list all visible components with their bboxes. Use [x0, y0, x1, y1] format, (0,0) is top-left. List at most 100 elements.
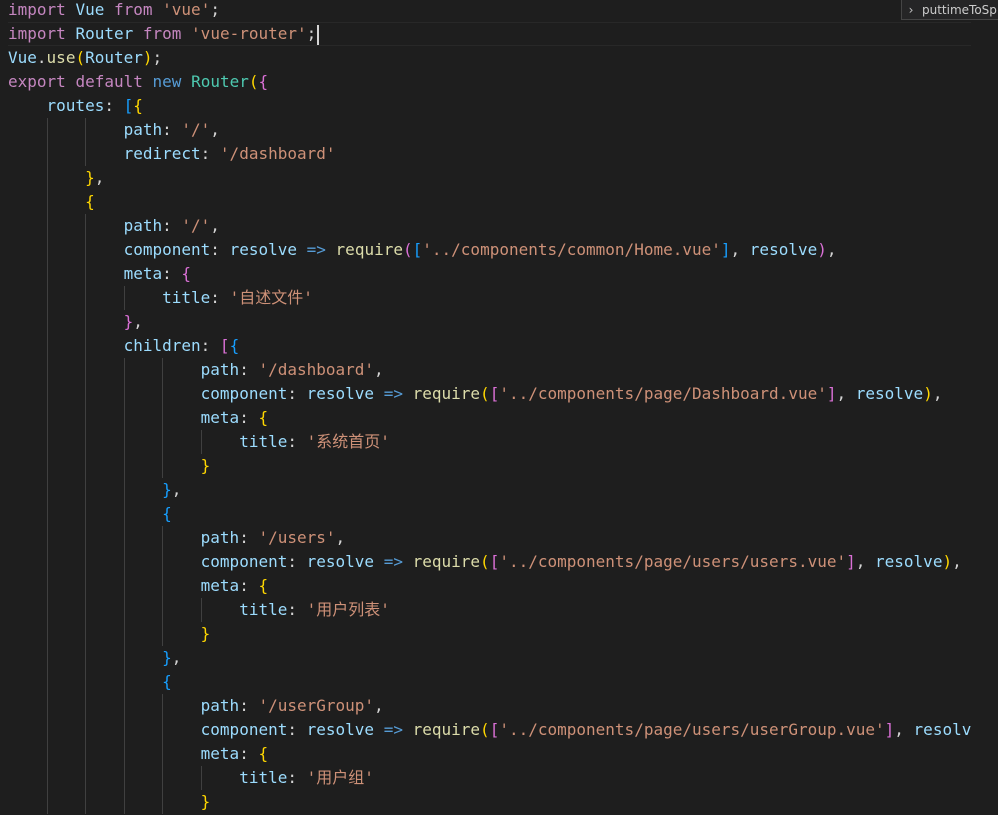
indent-guide [85, 334, 87, 358]
indent-guide [85, 142, 87, 166]
indent-guide [46, 670, 48, 694]
code-token: resolve [306, 720, 375, 739]
indent-guide [123, 358, 125, 382]
indent-guide [123, 646, 125, 670]
code-token: ( [248, 72, 259, 91]
code-token: component [8, 384, 288, 403]
code-token: '../components/page/users/userGroup.vue' [499, 720, 885, 739]
code-token: : [287, 552, 307, 571]
indent-guide [46, 238, 48, 262]
text-cursor [317, 24, 320, 45]
code-line[interactable]: path: '/dashboard', [8, 358, 971, 382]
code-line[interactable]: import Router from 'vue-router'; [8, 22, 971, 46]
code-line[interactable]: title: '用户组' [8, 766, 971, 790]
code-line[interactable]: routes: [{ [8, 94, 971, 118]
code-token: : [287, 720, 307, 739]
indent-guide [123, 406, 125, 430]
code-token: : [287, 600, 307, 619]
code-token: } [8, 648, 172, 667]
code-line[interactable]: path: '/', [8, 118, 971, 142]
code-token: from [142, 24, 182, 43]
code-token: Router [75, 24, 134, 43]
code-line[interactable]: meta: { [8, 574, 971, 598]
code-line[interactable]: } [8, 622, 971, 646]
code-line[interactable]: redirect: '/dashboard' [8, 142, 971, 166]
code-line[interactable]: children: [{ [8, 334, 971, 358]
code-line[interactable]: title: '系统首页' [8, 430, 971, 454]
code-line[interactable]: } [8, 790, 971, 814]
code-editor[interactable]: import Vue from 'vue'; import Router from… [0, 0, 998, 815]
code-line[interactable]: Vue.use(Router); [8, 46, 971, 70]
indent-guide [46, 382, 48, 406]
code-line[interactable]: }, [8, 646, 971, 670]
indent-guide [123, 286, 125, 310]
indent-guide [162, 622, 164, 646]
code-token: : [162, 264, 182, 283]
indent-guide [46, 478, 48, 502]
indent-guide [123, 766, 125, 790]
code-line[interactable]: }, [8, 478, 971, 502]
code-line[interactable]: { [8, 502, 971, 526]
code-line[interactable]: title: '自述文件' [8, 286, 971, 310]
indent-guide [123, 598, 125, 622]
code-token: component [8, 240, 211, 259]
code-token: , [133, 312, 143, 331]
indent-guide [162, 406, 164, 430]
code-token: ( [480, 384, 490, 403]
code-token: ) [817, 240, 827, 259]
code-token: ] [884, 720, 895, 739]
code-line[interactable]: component: resolve => require(['../compo… [8, 550, 971, 574]
code-line[interactable]: meta: { [8, 262, 971, 286]
indent-guide [85, 382, 87, 406]
code-line[interactable]: export default new Router({ [8, 70, 971, 94]
code-token: } [8, 168, 95, 187]
code-token: '../components/page/users/users.vue' [499, 552, 847, 571]
code-token: [ [489, 552, 500, 571]
chevron-right-icon[interactable]: › [902, 3, 920, 17]
code-token: ; [152, 48, 163, 67]
code-token: 'vue-router' [191, 24, 307, 43]
code-token: component [8, 552, 288, 571]
code-line[interactable]: path: '/', [8, 214, 971, 238]
code-line[interactable]: meta: { [8, 406, 971, 430]
code-line[interactable]: path: '/userGroup', [8, 694, 971, 718]
code-token: ) [142, 48, 153, 67]
code-line[interactable]: component: resolve => require(['../compo… [8, 718, 971, 742]
code-line[interactable]: { [8, 190, 971, 214]
code-line[interactable]: { [8, 670, 971, 694]
code-line[interactable]: component: resolve => require(['../compo… [8, 382, 971, 406]
indent-guide [85, 430, 87, 454]
indent-guide [46, 694, 48, 718]
code-line[interactable]: title: '用户列表' [8, 598, 971, 622]
code-token: '/' [181, 120, 211, 139]
code-token: , [94, 168, 105, 187]
code-token: resolve [749, 240, 818, 259]
code-token: default [75, 72, 143, 91]
indent-guide [123, 790, 125, 814]
code-line[interactable]: meta: { [8, 742, 971, 766]
code-line[interactable]: } [8, 454, 971, 478]
find-input-value[interactable]: puttimeToSp [920, 3, 997, 17]
code-token: : [162, 120, 182, 139]
code-line[interactable]: path: '/users', [8, 526, 971, 550]
indent-guide [162, 526, 164, 550]
code-token: ( [402, 240, 413, 259]
indent-guide [162, 454, 164, 478]
indent-guide [46, 502, 48, 526]
code-line[interactable]: component: resolve => require(['../compo… [8, 238, 971, 262]
code-line[interactable]: }, [8, 310, 971, 334]
code-token: import [8, 0, 66, 19]
code-token: , [855, 552, 876, 571]
indent-guide [123, 550, 125, 574]
indent-guide [85, 598, 87, 622]
code-line[interactable]: import Vue from 'vue'; [8, 0, 971, 22]
code-token: Router [191, 72, 249, 91]
code-line[interactable]: }, [8, 166, 971, 190]
code-lines[interactable]: import Vue from 'vue'; import Router from… [8, 0, 971, 814]
indent-guide [46, 166, 48, 190]
find-widget[interactable]: › puttimeToSp [901, 0, 998, 20]
